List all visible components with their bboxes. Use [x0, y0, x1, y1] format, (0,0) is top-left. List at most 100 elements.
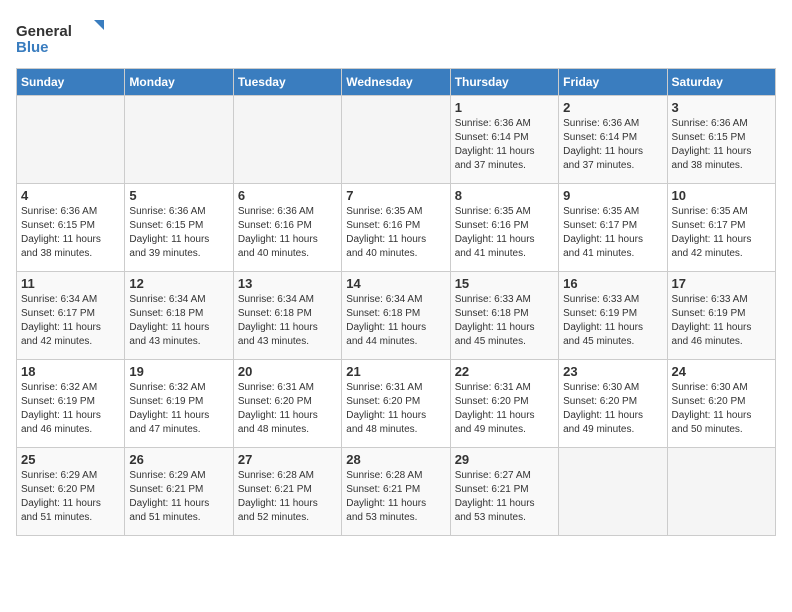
- page-header: General Blue: [16, 16, 776, 56]
- calendar-cell: 15 Sunrise: 6:33 AM Sunset: 6:18 PM Dayli…: [450, 272, 558, 360]
- calendar-body: 1 Sunrise: 6:36 AM Sunset: 6:14 PM Daylig…: [17, 96, 776, 536]
- day-info: Sunrise: 6:35 AM Sunset: 6:16 PM Dayligh…: [346, 205, 445, 261]
- calendar-cell: 29 Sunrise: 6:27 AM Sunset: 6:21 PM Dayli…: [450, 448, 558, 536]
- day-number: 15: [455, 276, 554, 291]
- svg-text:General: General: [16, 23, 72, 40]
- day-info: Sunrise: 6:36 AM Sunset: 6:15 PM Dayligh…: [672, 117, 771, 173]
- day-info: Sunrise: 6:30 AM Sunset: 6:20 PM Dayligh…: [563, 381, 662, 437]
- day-info: Sunrise: 6:32 AM Sunset: 6:19 PM Dayligh…: [21, 381, 120, 437]
- day-info: Sunrise: 6:35 AM Sunset: 6:16 PM Dayligh…: [455, 205, 554, 261]
- calendar-week-row: 1 Sunrise: 6:36 AM Sunset: 6:14 PM Daylig…: [17, 96, 776, 184]
- day-info: Sunrise: 6:33 AM Sunset: 6:18 PM Dayligh…: [455, 293, 554, 349]
- day-number: 22: [455, 364, 554, 379]
- weekday-header-cell: Tuesday: [233, 69, 341, 96]
- weekday-header-cell: Thursday: [450, 69, 558, 96]
- weekday-header-cell: Monday: [125, 69, 233, 96]
- day-info: Sunrise: 6:33 AM Sunset: 6:19 PM Dayligh…: [563, 293, 662, 349]
- calendar-cell: 5Sunrise: 6:36 AM Sunset: 6:15 PM Daylig…: [125, 184, 233, 272]
- calendar-week-row: 25 Sunrise: 6:29 AM Sunset: 6:20 PM Dayli…: [17, 448, 776, 536]
- day-info: Sunrise: 6:34 AM Sunset: 6:18 PM Dayligh…: [346, 293, 445, 349]
- calendar-cell: 9 Sunrise: 6:35 AM Sunset: 6:17 PM Daylig…: [559, 184, 667, 272]
- day-number: 8: [455, 188, 554, 203]
- calendar-cell: 12 Sunrise: 6:34 AM Sunset: 6:18 PM Dayli…: [125, 272, 233, 360]
- weekday-header-cell: Wednesday: [342, 69, 450, 96]
- day-number: 4: [21, 188, 120, 203]
- day-number: 3: [672, 100, 771, 115]
- calendar-cell: 13Sunrise: 6:34 AM Sunset: 6:18 PM Dayli…: [233, 272, 341, 360]
- day-info: Sunrise: 6:32 AM Sunset: 6:19 PM Dayligh…: [129, 381, 228, 437]
- calendar-cell: 8 Sunrise: 6:35 AM Sunset: 6:16 PM Daylig…: [450, 184, 558, 272]
- calendar-cell: 10 Sunrise: 6:35 AM Sunset: 6:17 PM Dayli…: [667, 184, 775, 272]
- calendar-cell: 18 Sunrise: 6:32 AM Sunset: 6:19 PM Dayli…: [17, 360, 125, 448]
- calendar-cell: 16Sunrise: 6:33 AM Sunset: 6:19 PM Dayli…: [559, 272, 667, 360]
- calendar-cell: 26 Sunrise: 6:29 AM Sunset: 6:21 PM Dayli…: [125, 448, 233, 536]
- calendar-cell: 24Sunrise: 6:30 AM Sunset: 6:20 PM Dayli…: [667, 360, 775, 448]
- calendar-cell: 1 Sunrise: 6:36 AM Sunset: 6:14 PM Daylig…: [450, 96, 558, 184]
- weekday-header-row: SundayMondayTuesdayWednesdayThursdayFrid…: [17, 69, 776, 96]
- day-number: 25: [21, 452, 120, 467]
- calendar-cell: 17 Sunrise: 6:33 AM Sunset: 6:19 PM Dayli…: [667, 272, 775, 360]
- day-number: 20: [238, 364, 337, 379]
- day-number: 1: [455, 100, 554, 115]
- day-info: Sunrise: 6:31 AM Sunset: 6:20 PM Dayligh…: [238, 381, 337, 437]
- calendar-cell: 6 Sunrise: 6:36 AM Sunset: 6:16 PM Daylig…: [233, 184, 341, 272]
- calendar-week-row: 18 Sunrise: 6:32 AM Sunset: 6:19 PM Dayli…: [17, 360, 776, 448]
- calendar-cell: 22 Sunrise: 6:31 AM Sunset: 6:20 PM Dayli…: [450, 360, 558, 448]
- calendar-cell: 2 Sunrise: 6:36 AM Sunset: 6:14 PM Daylig…: [559, 96, 667, 184]
- day-number: 14: [346, 276, 445, 291]
- day-info: Sunrise: 6:29 AM Sunset: 6:21 PM Dayligh…: [129, 469, 228, 525]
- day-info: Sunrise: 6:36 AM Sunset: 6:14 PM Dayligh…: [563, 117, 662, 173]
- day-number: 29: [455, 452, 554, 467]
- day-number: 11: [21, 276, 120, 291]
- day-number: 24: [672, 364, 771, 379]
- day-info: Sunrise: 6:34 AM Sunset: 6:18 PM Dayligh…: [129, 293, 228, 349]
- day-number: 17: [672, 276, 771, 291]
- calendar-cell: 21 Sunrise: 6:31 AM Sunset: 6:20 PM Dayli…: [342, 360, 450, 448]
- day-info: Sunrise: 6:31 AM Sunset: 6:20 PM Dayligh…: [346, 381, 445, 437]
- day-number: 18: [21, 364, 120, 379]
- calendar-cell: [233, 96, 341, 184]
- day-number: 27: [238, 452, 337, 467]
- calendar-cell: 3 Sunrise: 6:36 AM Sunset: 6:15 PM Daylig…: [667, 96, 775, 184]
- calendar-cell: 20 Sunrise: 6:31 AM Sunset: 6:20 PM Dayli…: [233, 360, 341, 448]
- day-info: Sunrise: 6:27 AM Sunset: 6:21 PM Dayligh…: [455, 469, 554, 525]
- day-info: Sunrise: 6:36 AM Sunset: 6:14 PM Dayligh…: [455, 117, 554, 173]
- weekday-header-cell: Saturday: [667, 69, 775, 96]
- day-info: Sunrise: 6:28 AM Sunset: 6:21 PM Dayligh…: [238, 469, 337, 525]
- calendar-week-row: 11 Sunrise: 6:34 AM Sunset: 6:17 PM Dayli…: [17, 272, 776, 360]
- day-info: Sunrise: 6:33 AM Sunset: 6:19 PM Dayligh…: [672, 293, 771, 349]
- weekday-header-cell: Friday: [559, 69, 667, 96]
- day-number: 2: [563, 100, 662, 115]
- day-number: 6: [238, 188, 337, 203]
- calendar-cell: 4Sunrise: 6:36 AM Sunset: 6:15 PM Daylig…: [17, 184, 125, 272]
- day-info: Sunrise: 6:35 AM Sunset: 6:17 PM Dayligh…: [563, 205, 662, 261]
- calendar-cell: 14 Sunrise: 6:34 AM Sunset: 6:18 PM Dayli…: [342, 272, 450, 360]
- day-info: Sunrise: 6:29 AM Sunset: 6:20 PM Dayligh…: [21, 469, 120, 525]
- calendar-cell: 7 Sunrise: 6:35 AM Sunset: 6:16 PM Daylig…: [342, 184, 450, 272]
- calendar-cell: [125, 96, 233, 184]
- day-number: 19: [129, 364, 228, 379]
- weekday-header-cell: Sunday: [17, 69, 125, 96]
- calendar-cell: 11 Sunrise: 6:34 AM Sunset: 6:17 PM Dayli…: [17, 272, 125, 360]
- logo: General Blue: [16, 16, 106, 56]
- day-info: Sunrise: 6:34 AM Sunset: 6:18 PM Dayligh…: [238, 293, 337, 349]
- day-info: Sunrise: 6:34 AM Sunset: 6:17 PM Dayligh…: [21, 293, 120, 349]
- logo-svg: General Blue: [16, 16, 106, 56]
- calendar-cell: 19 Sunrise: 6:32 AM Sunset: 6:19 PM Dayli…: [125, 360, 233, 448]
- day-info: Sunrise: 6:35 AM Sunset: 6:17 PM Dayligh…: [672, 205, 771, 261]
- day-number: 23: [563, 364, 662, 379]
- calendar-cell: [17, 96, 125, 184]
- calendar-cell: [342, 96, 450, 184]
- day-number: 7: [346, 188, 445, 203]
- day-number: 26: [129, 452, 228, 467]
- day-number: 5: [129, 188, 228, 203]
- day-info: Sunrise: 6:31 AM Sunset: 6:20 PM Dayligh…: [455, 381, 554, 437]
- day-info: Sunrise: 6:36 AM Sunset: 6:16 PM Dayligh…: [238, 205, 337, 261]
- day-number: 9: [563, 188, 662, 203]
- day-number: 21: [346, 364, 445, 379]
- calendar-cell: 28Sunrise: 6:28 AM Sunset: 6:21 PM Dayli…: [342, 448, 450, 536]
- day-number: 10: [672, 188, 771, 203]
- day-number: 12: [129, 276, 228, 291]
- calendar-cell: 23 Sunrise: 6:30 AM Sunset: 6:20 PM Dayli…: [559, 360, 667, 448]
- day-info: Sunrise: 6:28 AM Sunset: 6:21 PM Dayligh…: [346, 469, 445, 525]
